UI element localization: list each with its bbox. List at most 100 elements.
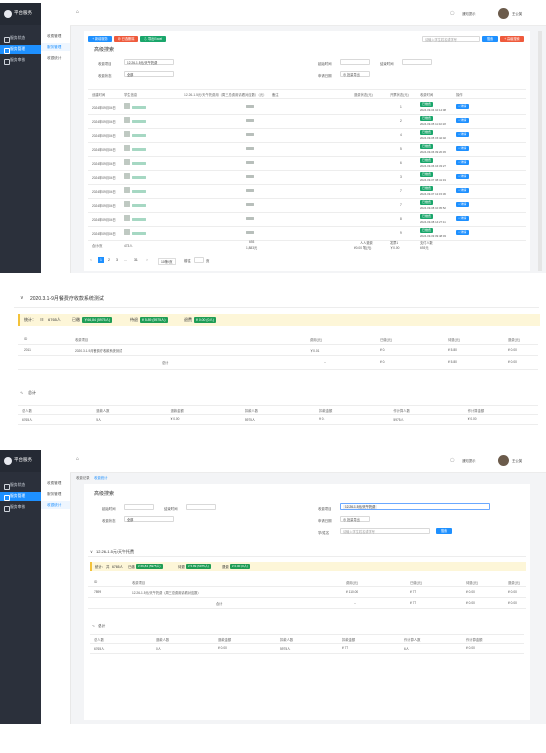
table-row: 2024年09月04日 2 已缴费 2024-09-05 11:02:18 • 详情 (88, 115, 526, 129)
download-button[interactable]: ⊕ 批量导出 (340, 516, 370, 522)
collapse-icon[interactable]: ∨ (20, 295, 24, 301)
collapse-icon[interactable]: ∨ (90, 549, 93, 554)
row-fee: ￥0.01 (310, 349, 320, 353)
logo-area: 平台服务 (0, 450, 41, 472)
page-3[interactable]: 3 (116, 258, 118, 262)
advanced-search-button[interactable]: + 高级搜索 (500, 36, 524, 42)
crumb-2: 收费统计 (94, 476, 108, 480)
status-select[interactable]: 全部 (124, 71, 174, 77)
detail-button[interactable]: • 详情 (456, 216, 469, 221)
detail-button[interactable]: • 详情 (456, 188, 469, 193)
item-tag[interactable]: 12.26-1.5元/天午托费 (343, 505, 378, 509)
sidebar-item-review[interactable]: 服务审核 (0, 503, 41, 512)
sub-item-fee[interactable]: 收费管理 (41, 32, 70, 40)
summary-icon: ∿ (92, 624, 96, 628)
col-id: ID (94, 580, 98, 584)
col-refund: 退费(元) (508, 338, 521, 342)
student-info (132, 106, 146, 109)
refund-chip: ¥ 0.00 (0人) (230, 563, 250, 569)
col-refund: 退费状态(元) (354, 93, 373, 97)
row-rule-3 (88, 608, 526, 609)
total-sub: 1,883元 (246, 246, 258, 250)
row-invoice-num: 5 (400, 147, 402, 151)
detail-button[interactable]: • 详情 (456, 118, 469, 123)
item-label: 收费项目 (98, 62, 112, 66)
search-label: 学/姓名 (318, 531, 330, 535)
col-item: 收费项目 (132, 581, 146, 585)
sub-item-service[interactable]: 服务管理 (41, 490, 70, 498)
section-rule (88, 556, 526, 557)
search-input[interactable]: 请输入学生姓名或学号 (340, 528, 430, 534)
breadcrumb: 收费记录 收费统计 (76, 475, 176, 481)
home-icon[interactable]: ⌂ (76, 9, 79, 15)
avatar[interactable] (498, 455, 509, 466)
notify-link[interactable]: 通知提示 (462, 11, 476, 16)
page-last[interactable]: 31 (134, 258, 138, 262)
notify-link[interactable]: 通知提示 (462, 458, 476, 463)
crumb-1[interactable]: 收费记录 (76, 475, 90, 480)
start-label: 起始时间 (318, 62, 332, 66)
scrollbar[interactable] (538, 31, 542, 271)
detail-button[interactable]: • 详情 (456, 160, 469, 165)
bell-icon[interactable]: ◯ (450, 457, 454, 462)
download-button[interactable]: ⊕ 批量导出 (340, 71, 370, 77)
detail-button[interactable]: • 详情 (456, 230, 469, 235)
item-select[interactable]: 12.26-1.5元/天午托费 (124, 59, 174, 65)
page-1[interactable]: 1 (98, 257, 104, 263)
sidebar-item-manage[interactable]: 服务管理 (0, 45, 41, 54)
sub-menu: 收费管理 服务管理 收银统计 (41, 3, 71, 273)
sidebar-item-review[interactable]: 服务审核 (0, 56, 41, 65)
start-input[interactable] (340, 59, 370, 65)
user-name[interactable]: 王公英 (512, 458, 522, 463)
sidebar-item-status[interactable]: 服务状态 (0, 481, 41, 490)
add-service-button[interactable]: + 新增服务 (88, 36, 112, 42)
totals-col: 作计算人数 (404, 638, 421, 642)
summary-icon: ∿ (20, 390, 24, 395)
total-paid-amt: 693元 (420, 246, 429, 250)
user-name[interactable]: 王公英 (512, 11, 522, 16)
jump-input[interactable] (194, 257, 204, 263)
sub-item-fee[interactable]: 收费管理 (41, 479, 70, 487)
avatar[interactable] (498, 8, 509, 19)
totals-val: ¥ 77 (342, 646, 349, 650)
prev-page-button[interactable]: < (90, 258, 92, 262)
sub-item-stats[interactable]: 收银统计 (41, 501, 70, 509)
page-size-select[interactable]: 10条/页 (158, 258, 176, 265)
paid-chip: ¥ 66,84 (5975人) (136, 563, 163, 569)
search-button[interactable]: 搜索 (482, 36, 498, 42)
sidebar-item-status[interactable]: 服务状态 (0, 34, 41, 43)
detail-button[interactable]: • 详情 (456, 174, 469, 179)
row-invoice-num: 7 (400, 203, 402, 207)
totals-rule-top (18, 405, 538, 406)
sub-item-service[interactable]: 服务管理 (41, 43, 70, 51)
totals-col: 作计算金额 (466, 638, 483, 642)
detail-button[interactable]: • 详情 (456, 104, 469, 109)
row-rule-1 (88, 586, 526, 587)
totals-rule-mid (90, 643, 524, 644)
student-avatar (124, 117, 130, 123)
end-input[interactable] (186, 504, 216, 510)
export-excel-button[interactable]: ⇩ 导出Excel (140, 36, 166, 42)
delete-selected-button[interactable]: ⊗ 已选删除 (114, 36, 138, 42)
sub-item-stats[interactable]: 收银统计 (41, 54, 70, 62)
detail-button[interactable]: • 详情 (456, 202, 469, 207)
detail-button[interactable]: • 详情 (456, 146, 469, 151)
bell-icon[interactable]: ◯ (450, 10, 454, 15)
status-tag: 已缴费 (420, 200, 434, 205)
status-tag: 已缴费 (420, 158, 434, 163)
detail-button[interactable]: • 详情 (456, 132, 469, 137)
status-select[interactable]: 全部 (124, 516, 174, 522)
page-2[interactable]: 2 (108, 258, 110, 262)
next-page-button[interactable]: > (146, 258, 148, 262)
row-paytime: 2024-09-06 16:33:27 (420, 164, 446, 168)
fee-value (246, 203, 254, 206)
item-select[interactable]: 12.26-1.5元/天午托费 (340, 503, 490, 510)
start-input[interactable] (124, 504, 154, 510)
row-invoice-num: 4 (400, 133, 402, 137)
table-row: 2024年09月04日 1 已缴费 2024-09-04 10:14:08 • 详情 (88, 101, 526, 115)
end-input[interactable] (402, 59, 432, 65)
sidebar-item-manage[interactable]: 服务管理 (0, 492, 41, 501)
home-icon[interactable]: ⌂ (76, 456, 79, 462)
search-button[interactable]: 搜索 (436, 528, 452, 534)
search-input[interactable]: 请输入学生姓名或学号 (422, 36, 480, 42)
